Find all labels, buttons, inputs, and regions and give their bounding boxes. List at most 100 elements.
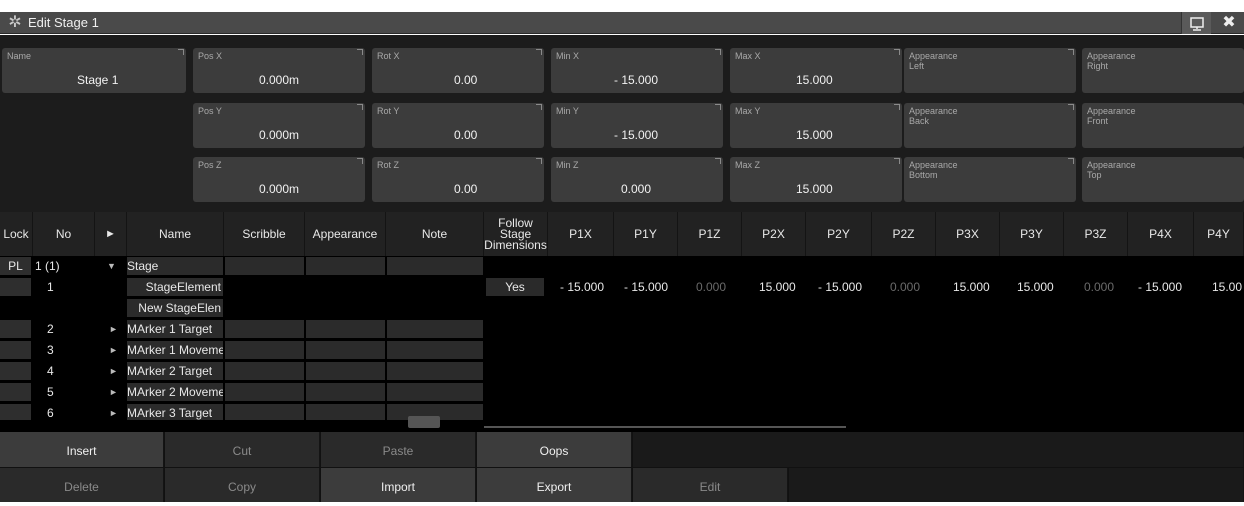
max-x-field[interactable]: Max X 15.000 <box>730 48 902 93</box>
col-header-p1x[interactable]: P1X <box>548 212 614 256</box>
col-header-note[interactable]: Note <box>386 212 484 256</box>
appearance-cell[interactable] <box>306 404 385 420</box>
name-field[interactable]: Name Stage 1 <box>2 48 186 93</box>
name-cell[interactable]: MArker 2 Target <box>127 362 223 380</box>
col-header-lock[interactable]: Lock <box>0 212 33 256</box>
lock-cell[interactable] <box>0 383 31 401</box>
expand-arrow-icon[interactable]: ► <box>109 383 125 401</box>
p2x-cell[interactable]: 15.000 <box>759 278 799 296</box>
pos-y-field[interactable]: Pos Y 0.000m <box>193 103 365 148</box>
p3x-cell[interactable]: 15.000 <box>953 278 993 296</box>
col-header-scribble[interactable]: Scribble <box>224 212 305 256</box>
max-y-field[interactable]: Max Y 15.000 <box>730 103 902 148</box>
cut-button[interactable]: Cut <box>165 432 320 467</box>
note-cell[interactable] <box>387 341 483 359</box>
lock-cell[interactable] <box>0 320 31 338</box>
expand-arrow-icon[interactable]: ► <box>109 341 125 359</box>
col-header-p4x[interactable]: P4X <box>1128 212 1194 256</box>
close-icon[interactable]: ✖ <box>1214 12 1244 34</box>
copy-button[interactable]: Copy <box>165 468 320 502</box>
scribble-cell[interactable] <box>225 383 304 401</box>
col-header-p1y[interactable]: P1Y <box>614 212 678 256</box>
lock-cell[interactable] <box>0 404 31 420</box>
delete-button[interactable]: Delete <box>0 468 164 502</box>
table-row[interactable]: 5 ► MArker 2 Moveme <box>0 383 484 401</box>
min-z-field[interactable]: Min Z 0.000 <box>551 157 723 202</box>
name-cell[interactable]: MArker 1 Target <box>127 320 223 338</box>
p1y-cell[interactable]: - 15.000 <box>624 278 672 296</box>
col-header-p4y[interactable]: P4Y <box>1194 212 1244 256</box>
expand-arrow-icon[interactable]: ► <box>109 404 125 420</box>
col-header-name[interactable]: Name <box>127 212 224 256</box>
scribble-cell[interactable] <box>225 320 304 338</box>
note-cell[interactable] <box>387 320 483 338</box>
lock-cell[interactable] <box>0 278 31 296</box>
p3z-cell[interactable]: 0.000 <box>1084 278 1124 296</box>
note-cell[interactable] <box>387 362 483 380</box>
table-row[interactable]: PL 1 (1) ▼ Stage <box>0 257 484 275</box>
col-header-p3y[interactable]: P3Y <box>1000 212 1064 256</box>
table-row[interactable]: 3 ► MArker 1 Moveme <box>0 341 484 359</box>
appearance-cell[interactable] <box>306 341 385 359</box>
min-x-field[interactable]: Min X - 15.000 <box>551 48 723 93</box>
table-row[interactable]: New StageElen <box>0 299 484 317</box>
paste-button[interactable]: Paste <box>321 432 476 467</box>
appearance-front-field[interactable]: Appearance Front <box>1082 103 1244 148</box>
table-row[interactable]: 4 ► MArker 2 Target <box>0 362 484 380</box>
p4y-cell[interactable]: 15.00 <box>1212 278 1244 296</box>
export-button[interactable]: Export <box>477 468 632 502</box>
p2y-cell[interactable]: - 15.000 <box>818 278 866 296</box>
p1z-cell[interactable]: 0.000 <box>696 278 736 296</box>
appearance-right-field[interactable]: Appearance Right <box>1082 48 1244 93</box>
rot-y-field[interactable]: Rot Y 0.00 <box>372 103 544 148</box>
insert-button[interactable]: Insert <box>0 432 164 467</box>
edit-button[interactable]: Edit <box>633 468 788 502</box>
col-header-appearance[interactable]: Appearance <box>305 212 386 256</box>
horizontal-scrollbar[interactable] <box>484 426 846 428</box>
lock-cell[interactable] <box>0 341 31 359</box>
collapse-arrow-icon[interactable]: ▼ <box>107 257 123 275</box>
name-cell[interactable]: MArker 2 Moveme <box>127 383 223 401</box>
oops-button[interactable]: Oops <box>477 432 632 467</box>
rot-x-field[interactable]: Rot X 0.00 <box>372 48 544 93</box>
min-y-field[interactable]: Min Y - 15.000 <box>551 103 723 148</box>
col-header-no[interactable]: No <box>33 212 95 256</box>
col-header-follow-stage-dimensions[interactable]: Follow Stage Dimensions <box>484 212 548 256</box>
appearance-cell[interactable] <box>306 320 385 338</box>
note-cell[interactable] <box>387 257 483 275</box>
rot-z-field[interactable]: Rot Z 0.00 <box>372 157 544 202</box>
vertical-scrollbar-handle[interactable] <box>408 416 440 428</box>
appearance-left-field[interactable]: Appearance Left <box>904 48 1076 93</box>
follow-stage-cell[interactable]: Yes <box>486 278 544 296</box>
expand-arrow-icon[interactable]: ► <box>109 362 125 380</box>
lock-cell[interactable] <box>0 362 31 380</box>
note-cell[interactable] <box>387 383 483 401</box>
appearance-bottom-field[interactable]: Appearance Bottom <box>904 157 1076 202</box>
col-header-p2y[interactable]: P2Y <box>806 212 872 256</box>
col-header-p2z[interactable]: P2Z <box>872 212 936 256</box>
scribble-cell[interactable] <box>225 257 304 275</box>
p2z-cell[interactable]: 0.000 <box>890 278 930 296</box>
name-cell[interactable]: Stage <box>127 257 223 275</box>
scribble-cell[interactable] <box>225 404 304 420</box>
appearance-cell[interactable] <box>306 362 385 380</box>
name-cell[interactable]: New StageElen <box>127 299 223 317</box>
col-header-p2x[interactable]: P2X <box>742 212 806 256</box>
col-header-p3x[interactable]: P3X <box>936 212 1000 256</box>
p4x-cell[interactable]: - 15.000 <box>1138 278 1186 296</box>
name-cell[interactable]: StageElement <box>127 278 223 296</box>
pos-x-field[interactable]: Pos X 0.000m <box>193 48 365 93</box>
expand-arrow-icon[interactable]: ► <box>109 320 125 338</box>
col-header-p3z[interactable]: P3Z <box>1064 212 1128 256</box>
p3y-cell[interactable]: 15.000 <box>1017 278 1057 296</box>
scribble-cell[interactable] <box>225 362 304 380</box>
monitor-button[interactable] <box>1181 12 1211 34</box>
scribble-cell[interactable] <box>225 341 304 359</box>
col-header-p1z[interactable]: P1Z <box>678 212 742 256</box>
appearance-top-field[interactable]: Appearance Top <box>1082 157 1244 202</box>
lock-cell[interactable]: PL <box>0 257 31 275</box>
table-row[interactable]: 2 ► MArker 1 Target <box>0 320 484 338</box>
table-row[interactable]: 1 StageElement Yes - 15.000 - 15.000 0.0… <box>0 278 1244 296</box>
name-cell[interactable]: MArker 3 Target <box>127 404 223 420</box>
appearance-back-field[interactable]: Appearance Back <box>904 103 1076 148</box>
